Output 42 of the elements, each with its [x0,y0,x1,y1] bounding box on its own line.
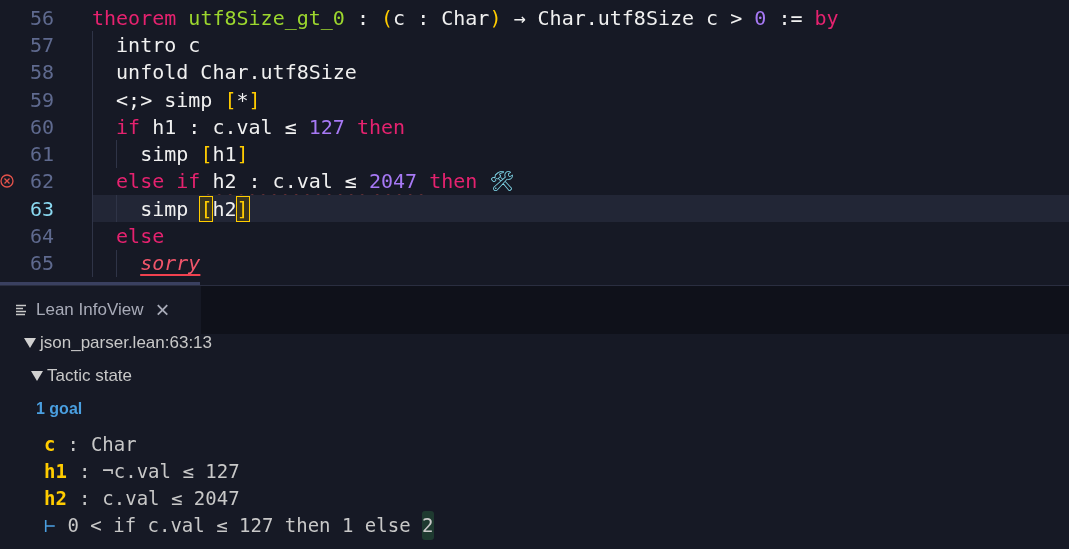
tab-title: Lean InfoView [36,299,144,322]
goal-expression[interactable]: 0 < if c.val ≤ 127 then 1 else [67,511,423,540]
infoview-tab[interactable]: Lean InfoView × [0,286,201,334]
scrollbar[interactable] [0,282,200,285]
hypothesis-type[interactable]: Char [90,430,137,459]
code-line: else [115,223,165,251]
turnstile: ⊢ [44,513,56,539]
goal-count: 1 goal [36,398,83,419]
code-line: simp [h2] [139,195,249,223]
lines-icon [16,304,28,316]
line-number: 61 [29,141,54,169]
section-label[interactable]: Tactic state [47,362,133,389]
line-number: 62 [29,168,54,196]
hypothesis-name[interactable]: h2 [44,484,67,513]
hypothesis-name[interactable]: c [44,430,56,459]
line-number: 56 [29,4,54,32]
code-line: simp [h1] [139,141,249,169]
line-number: 58 [29,59,54,87]
line-number: 60 [29,113,54,141]
close-button[interactable]: × [155,298,170,322]
error-icon[interactable] [0,173,14,188]
colon: : [78,486,91,512]
code-line: if h1 : c.val ≤ 127 then [115,113,406,141]
hypothesis-type[interactable]: ¬c.val ≤ 127 [102,457,240,486]
line-number: 59 [29,86,54,114]
hypothesis-name[interactable]: h1 [44,457,67,486]
code-line: <;> simp [*] [115,86,261,114]
line-number: 64 [29,223,54,250]
line-number: 57 [29,31,54,59]
highlighted-term[interactable]: 2 [422,511,434,540]
line-number: 65 [29,250,54,278]
code-line: intro c [115,31,201,59]
code-line: theorem utf8Size_gt_0 : (c : Char) → Char.utf8Size c > 0 := by [92,4,839,32]
expanded-caret-icon[interactable] [24,336,36,349]
code-line: sorry [139,250,201,278]
code-line: else if h2 : c.val ≤ 2047 then 🛠 [115,168,515,196]
colon: : [78,459,91,485]
line-number: 63 [29,195,54,223]
hypothesis-type[interactable]: c.val ≤ 2047 [102,484,240,513]
code-line: unfold Char.utf8Size [115,59,357,87]
colon: : [67,432,79,458]
expanded-caret-icon[interactable] [31,369,43,382]
